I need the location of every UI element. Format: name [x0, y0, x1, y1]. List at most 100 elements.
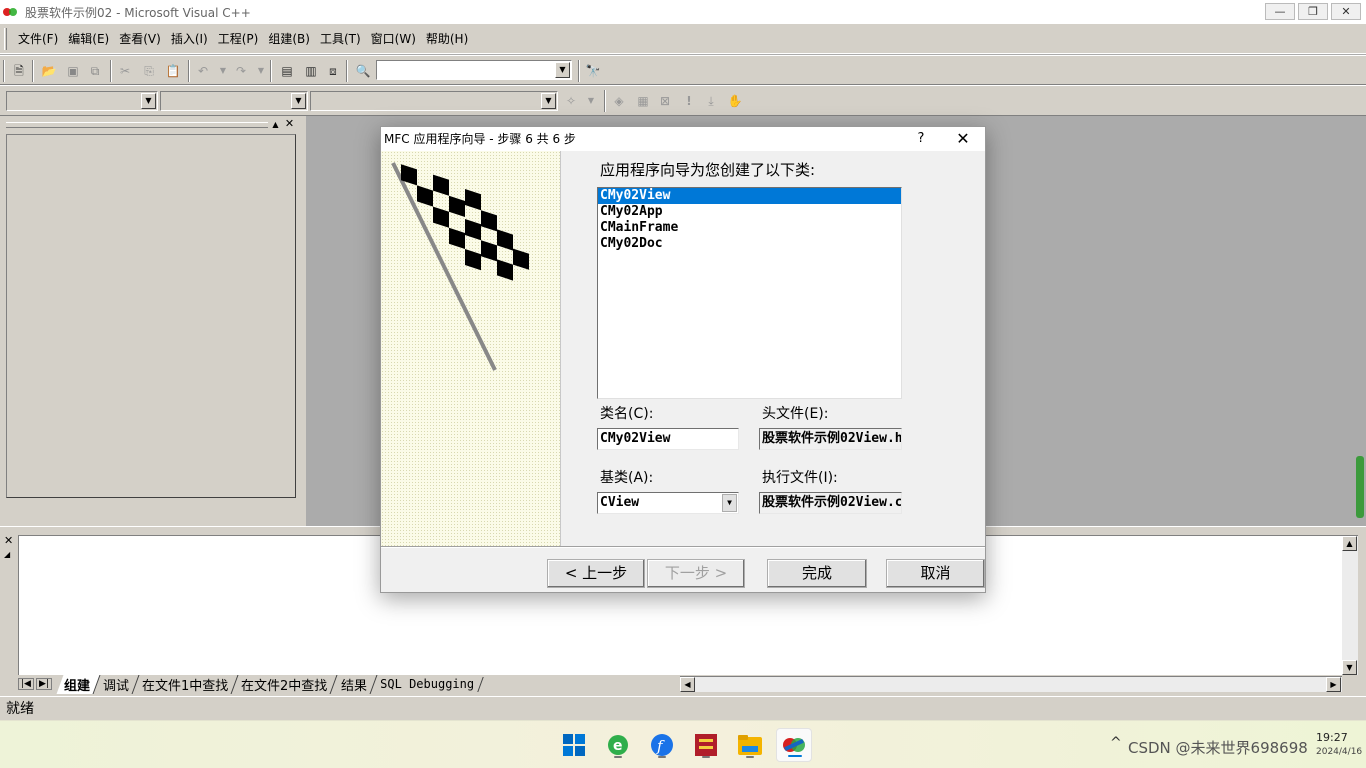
- tab-find-in-files-1[interactable]: 在文件1中查找: [134, 674, 239, 694]
- running-indicator: [658, 756, 666, 758]
- stock-app-icon[interactable]: [688, 728, 724, 762]
- paste-icon[interactable]: 📋: [164, 62, 182, 80]
- workspace-maximize-icon[interactable]: ▲: [270, 120, 281, 130]
- toolbar-grip[interactable]: [3, 60, 5, 82]
- output-restore-icon[interactable]: ◢: [4, 549, 15, 560]
- finish-button[interactable]: 完成: [767, 559, 867, 588]
- menu-build[interactable]: 组建(B): [263, 29, 315, 49]
- back-button[interactable]: < 上一步: [547, 559, 645, 588]
- execute-icon[interactable]: !: [680, 92, 698, 110]
- redo-dropdown-icon[interactable]: ▼: [252, 62, 270, 80]
- chevron-down-icon[interactable]: ▼: [555, 62, 570, 78]
- class-listbox[interactable]: CMy02View CMy02App CMainFrame CMy02Doc: [597, 187, 902, 399]
- clock-date[interactable]: 2024/4/16: [1316, 747, 1362, 757]
- menu-view[interactable]: 查看(V): [114, 29, 166, 49]
- mfc-wizard-dialog: MFC 应用程序向导 - 步骤 6 共 6 步 ? ✕ 应用程序向导为您创建了以…: [380, 126, 986, 593]
- chevron-down-icon[interactable]: ▼: [291, 93, 306, 109]
- stop-build-icon[interactable]: ⊠: [656, 92, 674, 110]
- cancel-button[interactable]: 取消: [886, 559, 985, 588]
- workspace-window-icon[interactable]: ▤: [278, 62, 296, 80]
- list-item[interactable]: CMy02Doc: [598, 236, 901, 252]
- tab-build[interactable]: 组建: [56, 674, 101, 694]
- chevron-down-icon[interactable]: ▼: [541, 93, 556, 109]
- filter-combo[interactable]: ▼: [160, 91, 308, 111]
- header-file-label: 头文件(E):: [762, 406, 829, 422]
- members-combo[interactable]: ▼: [310, 91, 558, 111]
- dialog-close-button[interactable]: ✕: [951, 127, 975, 151]
- close-window-button[interactable]: ✕: [1331, 3, 1361, 20]
- menu-tools[interactable]: 工具(T): [315, 29, 366, 49]
- chevron-down-icon[interactable]: ▼: [722, 494, 737, 512]
- tab-results[interactable]: 结果: [333, 674, 378, 694]
- header-file-field[interactable]: 股票软件示例02View.h: [759, 428, 902, 450]
- cut-icon[interactable]: ✂: [116, 62, 134, 80]
- build-icon[interactable]: ▦: [634, 92, 652, 110]
- save-icon[interactable]: ▣: [64, 62, 82, 80]
- redo-icon[interactable]: ↷: [232, 62, 250, 80]
- find-combo[interactable]: ▼: [376, 60, 572, 80]
- window-list-icon[interactable]: ⧈: [324, 62, 342, 80]
- toolbar-separator: [270, 60, 272, 82]
- output-horizontal-scrollbar[interactable]: ◀ ▶: [680, 676, 1342, 692]
- file-explorer-icon[interactable]: [732, 728, 768, 762]
- undo-dropdown-icon[interactable]: ▼: [214, 62, 232, 80]
- workspace-close-icon[interactable]: ✕: [284, 118, 295, 130]
- button-separator: [381, 546, 985, 548]
- chevron-down-icon[interactable]: ▼: [141, 93, 156, 109]
- list-item[interactable]: CMainFrame: [598, 220, 901, 236]
- menu-edit[interactable]: 编辑(E): [63, 29, 114, 49]
- tab-debug[interactable]: 调试: [95, 674, 140, 694]
- minimize-button[interactable]: —: [1265, 3, 1295, 20]
- scroll-right-icon[interactable]: ▶: [1326, 677, 1341, 692]
- menu-grip[interactable]: [4, 27, 7, 50]
- open-folder-icon[interactable]: 📂: [40, 62, 58, 80]
- list-item[interactable]: CMy02App: [598, 204, 901, 220]
- menu-window[interactable]: 窗口(W): [366, 29, 421, 49]
- visual-cpp-icon[interactable]: [776, 728, 812, 762]
- save-all-icon[interactable]: ⧉: [86, 62, 104, 80]
- app-icon: [3, 6, 19, 18]
- tab-find-in-files-2[interactable]: 在文件2中查找: [233, 674, 338, 694]
- browser-e-icon[interactable]: e: [600, 728, 636, 762]
- workspace-grip[interactable]: [6, 122, 268, 128]
- output-window-icon[interactable]: ▥: [302, 62, 320, 80]
- wizard-dropdown-icon[interactable]: ▼: [582, 92, 600, 110]
- tray-chevron-up-icon[interactable]: ^: [1110, 735, 1122, 751]
- tab-scroll-left-icon[interactable]: |◀: [18, 678, 34, 690]
- base-class-select[interactable]: CView ▼: [597, 492, 739, 514]
- wizard-action-icon[interactable]: ✧: [562, 92, 580, 110]
- workspace-tree[interactable]: [6, 134, 296, 498]
- start-icon[interactable]: [556, 728, 592, 762]
- class-name-field[interactable]: CMy02View: [597, 428, 739, 450]
- running-indicator: [746, 756, 754, 758]
- next-button[interactable]: 下一步 >: [647, 559, 745, 588]
- go-icon[interactable]: ⤓: [702, 92, 720, 110]
- menu-help[interactable]: 帮助(H): [421, 29, 473, 49]
- class-combo[interactable]: ▼: [6, 91, 158, 111]
- dialog-help-button[interactable]: ?: [911, 127, 931, 151]
- clock-time[interactable]: 19:27: [1316, 731, 1348, 744]
- output-close-icon[interactable]: ✕: [4, 535, 15, 546]
- compile-icon[interactable]: ◈: [610, 92, 628, 110]
- scroll-left-icon[interactable]: ◀: [680, 677, 695, 692]
- menu-file[interactable]: 文件(F): [13, 29, 63, 49]
- list-item[interactable]: CMy02View: [598, 188, 901, 204]
- scroll-down-icon[interactable]: ▼: [1342, 660, 1357, 675]
- flash-player-icon[interactable]: f: [644, 728, 680, 762]
- menu-insert[interactable]: 插入(I): [166, 29, 213, 49]
- undo-icon[interactable]: ↶: [194, 62, 212, 80]
- menu-project[interactable]: 工程(P): [213, 29, 264, 49]
- breakpoint-hand-icon[interactable]: ✋: [726, 92, 744, 110]
- impl-file-field[interactable]: 股票软件示例02View.cpp: [759, 492, 902, 514]
- find-in-files-icon[interactable]: 🔍: [354, 62, 372, 80]
- copy-icon[interactable]: ⎘: [140, 62, 158, 80]
- search-binoculars-icon[interactable]: 🔭: [584, 62, 602, 80]
- output-vertical-scrollbar[interactable]: ▲ ▼: [1342, 536, 1358, 675]
- scroll-up-icon[interactable]: ▲: [1342, 536, 1357, 551]
- maximize-button[interactable]: ❐: [1298, 3, 1328, 20]
- tab-scroll-right-icon[interactable]: ▶|: [35, 678, 52, 690]
- new-text-file-icon[interactable]: 🗎: [10, 62, 28, 80]
- tab-sql-debugging[interactable]: SQL Debugging: [372, 676, 484, 692]
- base-class-label: 基类(A):: [600, 470, 654, 486]
- running-indicator: [614, 756, 622, 758]
